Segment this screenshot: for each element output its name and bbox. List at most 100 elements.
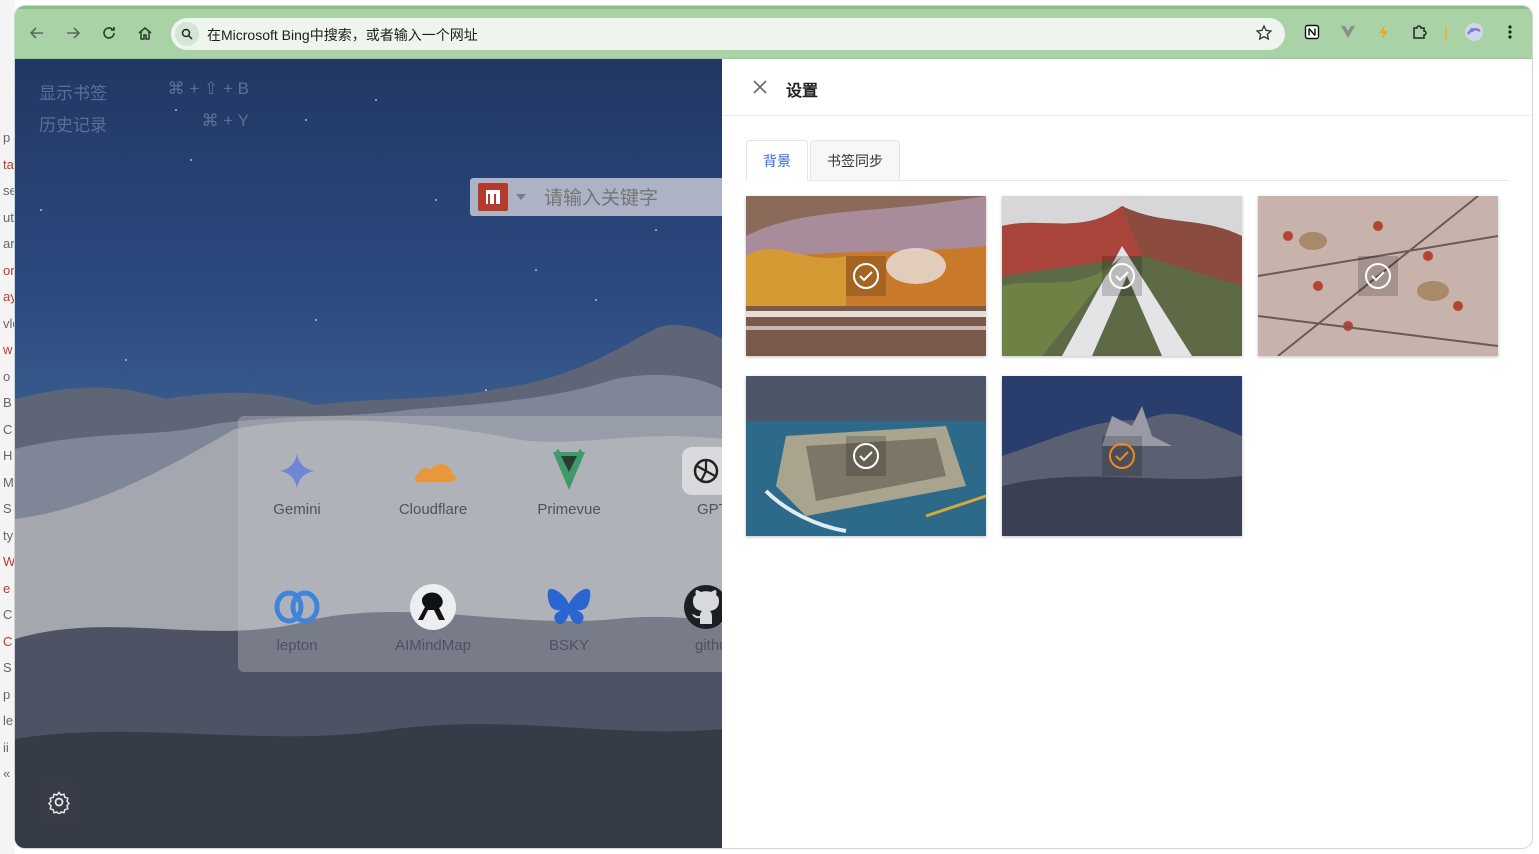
check-icon bbox=[1102, 256, 1142, 296]
quick-link-bsky[interactable]: BSKY bbox=[509, 583, 629, 654]
background-window-text: le bbox=[3, 713, 14, 728]
background-option-selected[interactable] bbox=[1002, 376, 1242, 536]
background-option[interactable] bbox=[1002, 196, 1242, 356]
quick-link-gemini[interactable]: Gemini bbox=[237, 447, 357, 518]
home-icon bbox=[138, 27, 152, 40]
gemini-icon bbox=[273, 447, 321, 495]
shortcut-keys: ⌘ + ⇧ + B bbox=[167, 79, 249, 98]
close-button[interactable] bbox=[750, 77, 770, 97]
browser-toolbar: 在Microsoft Bing中搜索，或者输入一个网址 bbox=[15, 6, 1532, 59]
background-window-text: M bbox=[3, 474, 14, 490]
quick-link-lepton[interactable]: lepton bbox=[237, 583, 357, 654]
background-window-text: p bbox=[3, 686, 11, 702]
openai-icon bbox=[682, 447, 722, 495]
profile-avatar[interactable] bbox=[1463, 21, 1485, 43]
shortcut-label: 显示书签 bbox=[39, 84, 107, 103]
background-window-edge: ptaseutarorayvlowoBCHMStyWeCCSpleii« bbox=[0, 0, 15, 854]
quick-link-label: AIMindMap bbox=[395, 637, 471, 654]
background-window-text: W bbox=[3, 554, 15, 569]
quick-link-primevue[interactable]: Primevue bbox=[509, 447, 629, 518]
background-window-text: ar bbox=[3, 236, 15, 251]
settings-drawer: 设置 背景 书签同步 bbox=[722, 59, 1532, 848]
more-menu-icon[interactable] bbox=[1499, 21, 1521, 43]
toolbar-divider bbox=[1445, 26, 1447, 40]
background-window-text: vlo bbox=[3, 315, 15, 331]
background-option[interactable] bbox=[746, 196, 986, 356]
shortcut-keys: ⌘ + Y bbox=[201, 111, 249, 130]
background-window-text: « bbox=[3, 766, 11, 781]
background-window-text: C bbox=[3, 607, 13, 622]
cloudflare-icon bbox=[409, 447, 457, 495]
background-window-text: o bbox=[3, 368, 11, 384]
primevue-icon bbox=[545, 447, 593, 495]
search-box[interactable] bbox=[470, 178, 730, 216]
check-icon bbox=[846, 256, 886, 296]
new-tab-page: 显示书签 ⌘ + ⇧ + B 历史记录 ⌘ + Y Gemini bbox=[15, 59, 1532, 848]
extensions-puzzle-icon[interactable] bbox=[1409, 21, 1431, 43]
github-icon bbox=[682, 583, 722, 631]
chevron-down-icon[interactable] bbox=[516, 194, 526, 200]
forward-button[interactable] bbox=[61, 21, 85, 45]
close-icon bbox=[753, 80, 767, 94]
arrow-right-icon bbox=[67, 27, 81, 39]
background-window-text: C bbox=[3, 633, 13, 649]
background-window-text: ii bbox=[3, 739, 9, 755]
quick-link-label: lepton bbox=[276, 637, 318, 654]
lepton-icon bbox=[273, 583, 321, 631]
back-button[interactable] bbox=[25, 21, 49, 45]
background-window-text: H bbox=[3, 448, 13, 463]
quick-link-github[interactable]: github bbox=[645, 583, 722, 654]
settings-button[interactable] bbox=[39, 782, 79, 822]
background-window-text: S bbox=[3, 660, 12, 675]
settings-tabs: 背景 书签同步 bbox=[746, 140, 1508, 181]
quick-link-aimindmap[interactable]: AIMindMap bbox=[373, 583, 493, 654]
shortcut-hints: 显示书签 ⌘ + ⇧ + B 历史记录 ⌘ + Y bbox=[39, 79, 249, 143]
background-window-text: p bbox=[3, 130, 11, 145]
aimindmap-icon bbox=[409, 583, 457, 631]
quick-link-cloudflare[interactable]: Cloudflare bbox=[373, 447, 493, 518]
background-window-text: ta bbox=[3, 156, 14, 172]
background-option[interactable] bbox=[1258, 196, 1498, 356]
background-window-text: C bbox=[3, 421, 13, 437]
notion-extension-icon[interactable] bbox=[1301, 21, 1323, 43]
quick-link-label: Cloudflare bbox=[398, 501, 468, 518]
quick-link-gpt[interactable]: GPT bbox=[645, 447, 722, 518]
gear-icon bbox=[48, 791, 70, 814]
background-option[interactable] bbox=[746, 376, 986, 536]
background-window-text: e bbox=[3, 580, 11, 596]
home-button[interactable] bbox=[133, 21, 157, 45]
background-window-text: S bbox=[3, 501, 12, 516]
background-window-text: ty bbox=[3, 527, 14, 543]
vue-devtools-icon[interactable] bbox=[1337, 21, 1359, 43]
check-icon-selected bbox=[1102, 436, 1142, 476]
check-icon bbox=[846, 436, 886, 476]
tab-background[interactable]: 背景 bbox=[746, 140, 808, 181]
check-icon bbox=[1358, 256, 1398, 296]
tab-bookmark-sync[interactable]: 书签同步 bbox=[810, 140, 900, 180]
reload-button[interactable] bbox=[97, 21, 121, 45]
shortcut-row: 历史记录 ⌘ + Y bbox=[39, 111, 249, 143]
quick-link-label: Gemini bbox=[273, 501, 321, 518]
background-window-text: se bbox=[3, 183, 15, 198]
address-bar-text: 在Microsoft Bing中搜索，或者输入一个网址 bbox=[207, 27, 478, 43]
background-window-text: w bbox=[3, 342, 13, 357]
background-window-text: or bbox=[3, 262, 15, 278]
background-window-text: ut bbox=[3, 209, 14, 225]
drawer-title: 设置 bbox=[786, 81, 819, 100]
bluesky-icon bbox=[545, 583, 593, 631]
bookmark-star-icon[interactable] bbox=[1255, 24, 1273, 46]
arrow-left-icon bbox=[29, 27, 43, 39]
search-icon bbox=[175, 22, 199, 46]
quick-link-label: BSKY bbox=[548, 637, 590, 654]
search-engine-logo-icon[interactable] bbox=[478, 183, 508, 211]
shortcut-row: 显示书签 ⌘ + ⇧ + B bbox=[39, 79, 249, 111]
search-input[interactable] bbox=[542, 186, 726, 210]
lightning-extension-icon[interactable] bbox=[1373, 21, 1395, 43]
toolbar-accent-line bbox=[15, 6, 1532, 9]
quick-link-label: GPT bbox=[697, 501, 722, 518]
shortcut-label: 历史记录 bbox=[39, 116, 107, 135]
address-bar[interactable]: 在Microsoft Bing中搜索，或者输入一个网址 bbox=[171, 18, 1285, 50]
drawer-header: 设置 bbox=[722, 59, 1532, 116]
browser-window: 在Microsoft Bing中搜索，或者输入一个网址 显示书签 ⌘ + ⇧ +… bbox=[15, 6, 1532, 848]
quick-link-label: Primevue bbox=[537, 501, 601, 518]
